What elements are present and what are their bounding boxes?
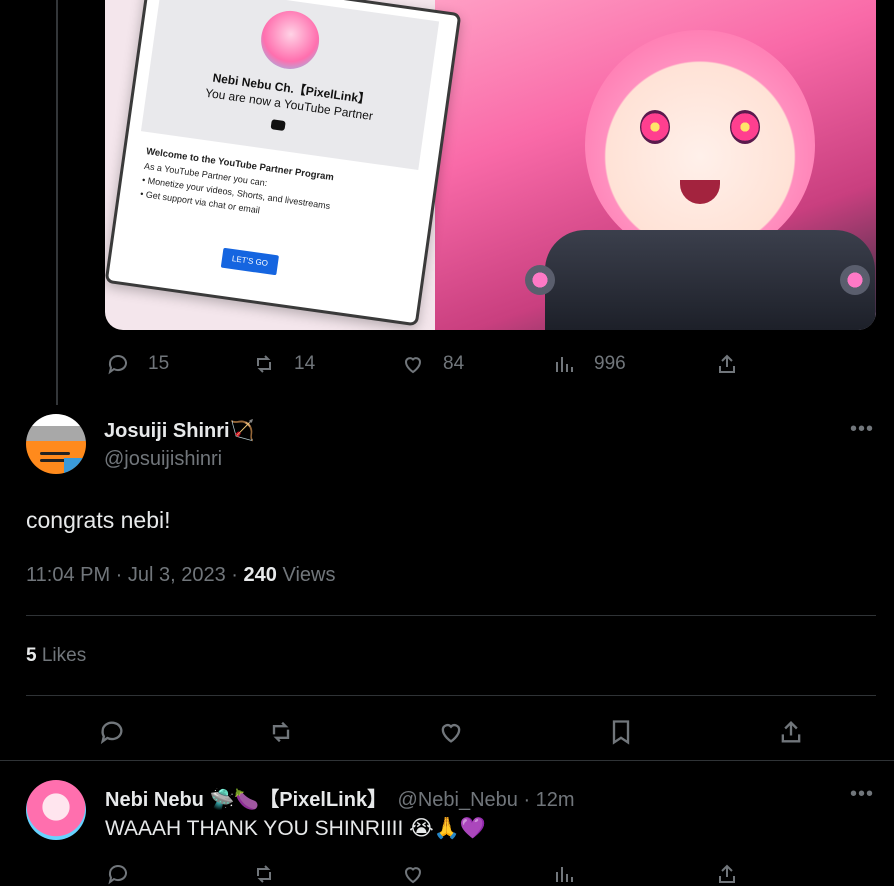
- character-eye: [640, 110, 670, 144]
- share-action[interactable]: [715, 862, 739, 886]
- bookmark-icon: [612, 720, 630, 745]
- reply-icon: [100, 721, 123, 745]
- author-display-name[interactable]: Nebi Nebu 🛸🍆【PixelLink】: [105, 789, 387, 811]
- more-options-icon[interactable]: •••: [850, 783, 874, 806]
- character-collar: [545, 230, 875, 330]
- repost-button[interactable]: [267, 718, 295, 746]
- reply-icon: [108, 355, 127, 375]
- like-count: 84: [443, 353, 465, 374]
- repost-icon: [257, 865, 271, 883]
- repost-icon: [272, 721, 290, 743]
- character-mouth: [680, 180, 720, 204]
- analytics-icon: [556, 357, 573, 372]
- reply-action[interactable]: 15: [106, 352, 169, 376]
- views-count: 996: [594, 353, 626, 374]
- tweet-text: congrats nebi!: [26, 507, 171, 533]
- heart-icon: [441, 724, 461, 743]
- tweet-media-image[interactable]: Nebi Nebu Ch.【PixelLink】 You are now a Y…: [105, 0, 876, 330]
- divider: [26, 695, 876, 696]
- repost-count: 14: [294, 353, 316, 374]
- divider: [0, 760, 894, 761]
- author-handle[interactable]: @Nebi_Nebu: [398, 789, 518, 811]
- avatar[interactable]: [26, 780, 86, 840]
- like-button[interactable]: [437, 718, 465, 746]
- reply-count: 15: [148, 353, 170, 374]
- collar-jewel: [840, 265, 870, 295]
- like-action[interactable]: 84: [401, 352, 464, 376]
- reply-button[interactable]: [98, 718, 126, 746]
- reply-header: Nebi Nebu 🛸🍆【PixelLink】 @Nebi_Nebu · 12m: [105, 783, 575, 812]
- anime-character-face: [585, 30, 815, 260]
- divider: [26, 615, 876, 616]
- views-label: Views: [276, 564, 336, 586]
- share-action[interactable]: [715, 352, 739, 376]
- share-button[interactable]: [777, 718, 805, 746]
- reply-time[interactable]: · 12m: [518, 789, 574, 811]
- analytics-icon: [556, 867, 573, 882]
- repost-action[interactable]: [252, 862, 276, 886]
- heart-icon: [404, 357, 422, 374]
- character-eye: [730, 110, 760, 144]
- heart-icon: [404, 867, 422, 884]
- like-action[interactable]: [401, 862, 425, 886]
- bookmark-button[interactable]: [607, 718, 635, 746]
- repost-action[interactable]: 14: [252, 352, 315, 376]
- repost-icon: [257, 355, 271, 373]
- likes-count: 5: [26, 645, 37, 666]
- tweet-timestamp[interactable]: 11:04 PM · Jul 3, 2023 ·: [26, 564, 244, 586]
- likes-label: Likes: [36, 645, 87, 666]
- share-icon: [719, 354, 735, 373]
- share-icon: [719, 864, 735, 883]
- share-icon: [781, 721, 801, 743]
- youtube-icon: [270, 119, 286, 132]
- avatar[interactable]: [26, 414, 86, 474]
- views-action[interactable]: [552, 862, 576, 886]
- likes-stat[interactable]: 5 Likes: [26, 645, 86, 667]
- author-display-name[interactable]: Josuiji Shinri🏹: [104, 418, 254, 443]
- tweet-meta: 11:04 PM · Jul 3, 2023 · 240 Views: [26, 564, 335, 587]
- tweet-text: WAAAH THANK YOU SHINRIIII 😭🙏💜: [105, 817, 486, 840]
- author-handle[interactable]: @josuijishinri: [104, 448, 222, 471]
- lets-go-button: LET'S GO: [220, 247, 280, 276]
- views-action[interactable]: 996: [552, 352, 626, 376]
- reply-action[interactable]: [106, 862, 130, 886]
- more-options-icon[interactable]: •••: [850, 418, 874, 441]
- views-count: 240: [243, 564, 277, 586]
- reply-icon: [108, 865, 127, 885]
- collar-jewel: [525, 265, 555, 295]
- youtube-partner-card: Nebi Nebu Ch.【PixelLink】 You are now a Y…: [105, 0, 462, 327]
- thread-connector-line: [56, 0, 58, 405]
